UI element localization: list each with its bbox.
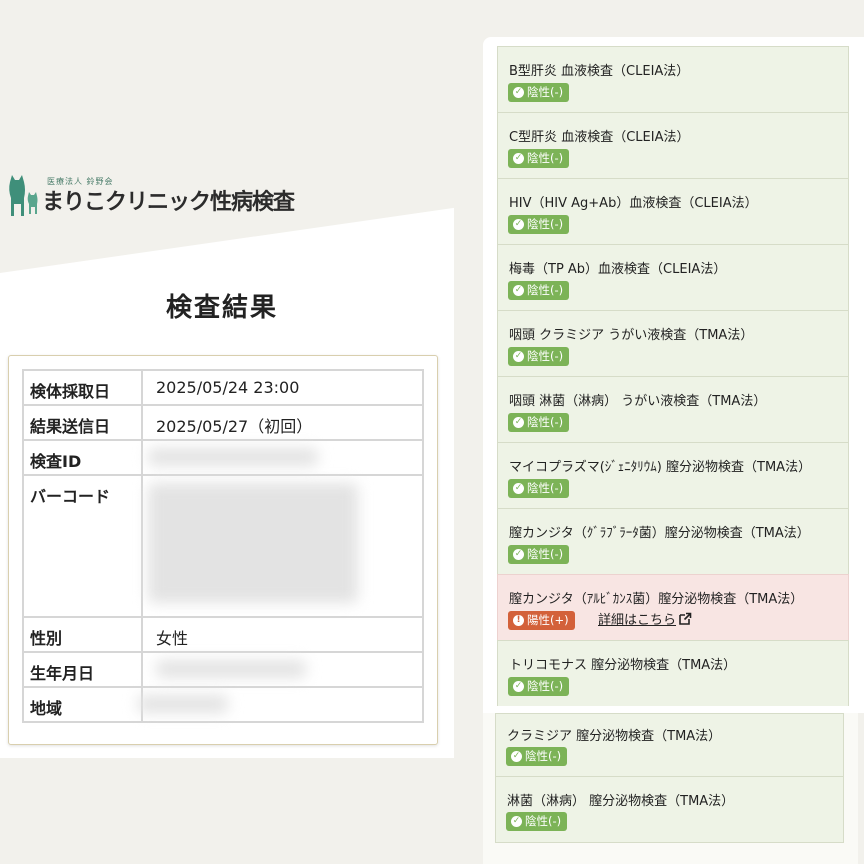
info-table: 検体採取日 2025/05/24 23:00 結果送信日 2025/05/27（… [22, 369, 424, 723]
result-item: トリコモナス 膣分泌物検査（TMA法） ✓ 陰性(-) [497, 640, 849, 706]
test-name: HIV（HIV Ag+Ab）血液検査（CLEIA法） [509, 196, 758, 211]
cat-logo-icon [9, 175, 38, 216]
info-key: 検体採取日 [22, 369, 143, 406]
info-value: 女性 [141, 616, 424, 653]
negative-badge: ✓ 陰性(-) [508, 83, 570, 102]
badge-label: 陰性(-) [527, 151, 564, 165]
test-name: 膣カンジタ（ｸﾞﾗﾌﾞﾗｰﾀ菌）膣分泌物検査（TMA法） [509, 526, 810, 541]
info-row-sent-date: 結果送信日 2025/05/27（初回） [22, 404, 424, 441]
info-value-redacted [141, 474, 424, 618]
test-name: B型肝炎 血液検査（CLEIA法） [509, 64, 690, 79]
badge-label: 陰性(-) [527, 85, 564, 99]
check-circle-icon: ✓ [513, 417, 524, 428]
info-value-redacted [141, 651, 424, 688]
test-name: 淋菌（淋病） 膣分泌物検査（TMA法） [507, 794, 735, 809]
badge-label: 陰性(-) [527, 415, 564, 429]
badge-label: 陰性(-) [527, 349, 564, 363]
info-row-collection-date: 検体採取日 2025/05/24 23:00 [22, 369, 424, 406]
info-row-gender: 性別 女性 [22, 616, 424, 653]
result-list-lower: クラミジア 膣分泌物検査（TMA法） ✓ 陰性(-) 淋菌（淋病） 膣分泌物検査（… [495, 713, 844, 843]
result-item: C型肝炎 血液検査（CLEIA法） ✓ 陰性(-) [497, 112, 849, 178]
negative-badge: ✓ 陰性(-) [506, 747, 568, 766]
redacted-birthdate [156, 660, 306, 678]
result-item: 咽頭 淋菌（淋病） うがい液検査（TMA法） ✓ 陰性(-) [497, 376, 849, 442]
negative-badge: ✓ 陰性(-) [508, 413, 570, 432]
negative-badge: ✓ 陰性(-) [508, 545, 570, 564]
check-circle-icon: ✓ [513, 483, 524, 494]
info-value: 2025/05/27（初回） [141, 404, 424, 441]
test-name: 咽頭 クラミジア うがい液検査（TMA法） [509, 328, 754, 343]
redacted-region [138, 695, 228, 713]
info-row-barcode: バーコード [22, 474, 424, 618]
result-item: 淋菌（淋病） 膣分泌物検査（TMA法） ✓ 陰性(-) [495, 777, 844, 843]
info-value-redacted [138, 686, 424, 723]
result-item: B型肝炎 血液検査（CLEIA法） ✓ 陰性(-) [497, 46, 849, 112]
detail-link[interactable]: 詳細はこちら [598, 611, 692, 630]
page-title: 検査結果 [165, 293, 278, 323]
negative-badge: ✓ 陰性(-) [508, 215, 570, 234]
result-item: 膣カンジタ（ｸﾞﾗﾌﾞﾗｰﾀ菌）膣分泌物検査（TMA法） ✓ 陰性(-) [497, 508, 849, 574]
badge-label: 陰性(-) [527, 679, 564, 693]
info-row-region: 地域 [22, 686, 424, 723]
negative-badge: ✓ 陰性(-) [508, 281, 570, 300]
info-key: バーコード [22, 474, 143, 618]
test-name: クラミジア 膣分泌物検査（TMA法） [507, 729, 722, 744]
info-row-test-id: 検査ID [22, 439, 424, 476]
badge-label: 陰性(-) [527, 217, 564, 231]
check-circle-icon: ✓ [513, 351, 524, 362]
result-item: HIV（HIV Ag+Ab）血液検査（CLEIA法） ✓ 陰性(-) [497, 178, 849, 244]
result-item: 梅毒（TP Ab）血液検査（CLEIA法） ✓ 陰性(-) [497, 244, 849, 310]
negative-badge: ✓ 陰性(-) [508, 149, 570, 168]
info-key: 検査ID [22, 439, 143, 476]
result-item: 咽頭 クラミジア うがい液検査（TMA法） ✓ 陰性(-) [497, 310, 849, 376]
test-name: マイコプラズマ(ｼﾞｪﾆﾀﾘｳﾑ) 膣分泌物検査（TMA法） [509, 460, 812, 475]
external-link-icon[interactable] [678, 612, 692, 626]
badge-label: 陰性(-) [527, 481, 564, 495]
negative-badge: ✓ 陰性(-) [506, 812, 568, 831]
badge-label: 陰性(-) [527, 283, 564, 297]
test-name: 膣カンジタ（ｱﾙﾋﾞｶﾝｽ菌）膣分泌物検査（TMA法） [509, 592, 804, 607]
negative-badge: ✓ 陰性(-) [508, 347, 570, 366]
clinic-name: まりこクリニック性病検査 [42, 190, 295, 215]
test-name: トリコモナス 膣分泌物検査（TMA法） [509, 658, 737, 673]
info-key: 生年月日 [22, 651, 143, 688]
info-key: 性別 [22, 616, 143, 653]
result-list: B型肝炎 血液検査（CLEIA法） ✓ 陰性(-) C型肝炎 血液検査（CLEIA… [497, 46, 849, 706]
result-item-positive: 膣カンジタ（ｱﾙﾋﾞｶﾝｽ菌）膣分泌物検査（TMA法） ! 陽性(+) 詳細はこち… [497, 574, 849, 640]
clinic-logo[interactable]: 医療法人 鈴野会 まりこクリニック性病検査 [6, 172, 306, 220]
positive-badge: ! 陽性(+) [508, 611, 575, 630]
exclamation-circle-icon: ! [513, 615, 524, 626]
test-name: 咽頭 淋菌（淋病） うがい液検査（TMA法） [509, 394, 767, 409]
check-circle-icon: ✓ [513, 681, 524, 692]
test-name: 梅毒（TP Ab）血液検査（CLEIA法） [509, 262, 727, 277]
negative-badge: ✓ 陰性(-) [508, 677, 570, 696]
check-circle-icon: ✓ [513, 219, 524, 230]
info-card: 検体採取日 2025/05/24 23:00 結果送信日 2025/05/27（… [8, 355, 438, 745]
test-name: C型肝炎 血液検査（CLEIA法） [509, 130, 690, 145]
check-circle-icon: ✓ [511, 751, 522, 762]
detail-link-label[interactable]: 詳細はこちら [598, 613, 676, 628]
info-value-redacted [141, 439, 424, 476]
badge-label: 陰性(-) [525, 749, 562, 763]
check-circle-icon: ✓ [513, 153, 524, 164]
check-circle-icon: ✓ [513, 549, 524, 560]
check-circle-icon: ✓ [513, 87, 524, 98]
redacted-test-id [148, 448, 318, 466]
result-item: クラミジア 膣分泌物検査（TMA法） ✓ 陰性(-) [495, 713, 844, 777]
info-value: 2025/05/24 23:00 [141, 369, 424, 406]
check-circle-icon: ✓ [513, 285, 524, 296]
info-row-birthdate: 生年月日 [22, 651, 424, 688]
negative-badge: ✓ 陰性(-) [508, 479, 570, 498]
redacted-barcode [148, 483, 358, 603]
badge-label: 陽性(+) [527, 613, 569, 627]
badge-label: 陰性(-) [527, 547, 564, 561]
check-circle-icon: ✓ [511, 816, 522, 827]
info-key: 結果送信日 [22, 404, 143, 441]
info-key: 地域 [22, 686, 143, 723]
badge-label: 陰性(-) [525, 814, 562, 828]
result-item: マイコプラズマ(ｼﾞｪﾆﾀﾘｳﾑ) 膣分泌物検査（TMA法） ✓ 陰性(-) [497, 442, 849, 508]
